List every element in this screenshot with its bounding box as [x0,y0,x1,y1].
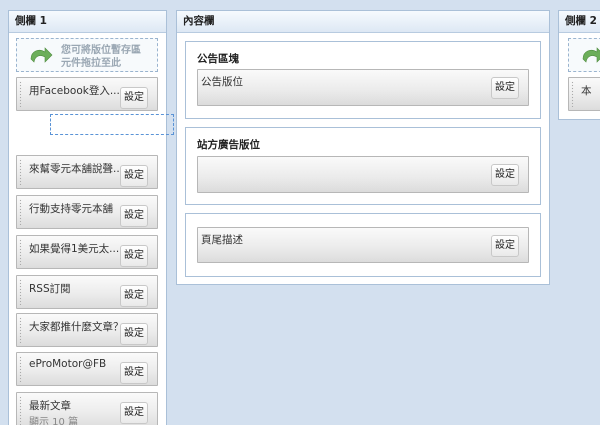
section-site-ads: 站方廣告版位 設定 [185,127,541,205]
settings-button[interactable]: 設定 [120,87,148,109]
section-title: 站方廣告版位 [197,139,260,151]
sidebar-1-column: 側欄 1 您可將版位暫存區 元件拖拉至此 用Facebook登入... 設定 來… [8,10,167,425]
drag-placeholder [50,114,174,135]
settings-button[interactable]: 設定 [120,205,148,227]
drop-arrow-icon [30,47,53,63]
widget-footer-description[interactable]: 頁尾描述 設定 [197,227,529,263]
drop-arrow-icon [582,47,600,63]
widget-title: 行動支持零元本舖 [29,203,113,215]
settings-button[interactable]: 設定 [120,285,148,307]
temp-dropzone-2[interactable] [568,38,600,72]
settings-button[interactable]: 設定 [120,245,148,267]
settings-button[interactable]: 設定 [491,77,519,99]
widget-title: 來幫零元本舖說聲... [29,163,124,175]
drag-handle-icon[interactable] [19,199,22,225]
widget-announcement-slot[interactable]: 公告版位 設定 [197,69,529,106]
section-announcement: 公告區塊 公告版位 設定 [185,41,541,119]
sidebar-2-header: 側欄 2 [559,11,600,33]
widget-subtitle: 顯示 10 篇 [29,417,79,425]
widget-title: 如果覺得1美元太... [29,243,120,255]
content-header: 內容欄 [177,11,549,33]
settings-button[interactable]: 設定 [491,235,519,257]
widget-sidebar2[interactable]: 本 [568,77,600,111]
widget-latest-articles[interactable]: 最新文章 顯示 10 篇 設定 [16,392,158,425]
drag-handle-icon[interactable] [19,81,22,107]
section-title: 公告區塊 [197,53,239,65]
temp-dropzone[interactable]: 您可將版位暫存區 元件拖拉至此 [16,38,158,72]
drag-handle-icon[interactable] [19,356,22,382]
widget-title: 用Facebook登入... [29,85,120,97]
drag-handle-icon[interactable] [19,239,22,265]
widget-facebook-login[interactable]: 用Facebook登入... 設定 [16,77,158,111]
widget-title: RSS訂閱 [29,283,71,295]
drag-handle-icon[interactable] [19,279,22,305]
section-footer: 頁尾描述 設定 [185,213,541,277]
widget-recommended-articles[interactable]: 大家都推什麼文章？ 設定 [16,313,158,347]
widget-title: 大家都推什麼文章？ [29,321,124,333]
widget-title: 頁尾描述 [201,234,243,246]
widget-epromotor-fb[interactable]: eProMotor@FB 設定 [16,352,158,386]
widget-mobile-support[interactable]: 行動支持零元本舖 設定 [16,195,158,229]
settings-button[interactable]: 設定 [120,402,148,424]
widget-one-dollar[interactable]: 如果覺得1美元太... 設定 [16,235,158,269]
sidebar-2-column: 側欄 2 本 [558,10,600,120]
drag-handle-icon[interactable] [571,81,574,107]
drag-handle-icon[interactable] [19,159,22,185]
widget-title: 最新文章 [29,400,71,412]
settings-button[interactable]: 設定 [491,164,519,186]
widget-title: 公告版位 [201,76,243,88]
widget-rss[interactable]: RSS訂閱 設定 [16,275,158,309]
settings-button[interactable]: 設定 [120,362,148,384]
drag-handle-icon[interactable] [19,317,22,343]
dropzone-text-line1: 您可將版位暫存區 [61,45,141,56]
settings-button[interactable]: 設定 [120,323,148,345]
widget-title: 本 [581,85,592,97]
dropzone-text-line2: 元件拖拉至此 [61,58,121,69]
sidebar-1-header: 側欄 1 [9,11,166,33]
widget-shout-out[interactable]: 來幫零元本舖說聲... 設定 [16,155,158,189]
drag-handle-icon[interactable] [19,396,22,425]
widget-title: eProMotor@FB [29,358,107,370]
settings-button[interactable]: 設定 [120,165,148,187]
widget-ads-slot[interactable]: 設定 [197,156,529,193]
content-column: 內容欄 公告區塊 公告版位 設定 站方廣告版位 設定 頁尾描述 設定 [176,10,550,285]
